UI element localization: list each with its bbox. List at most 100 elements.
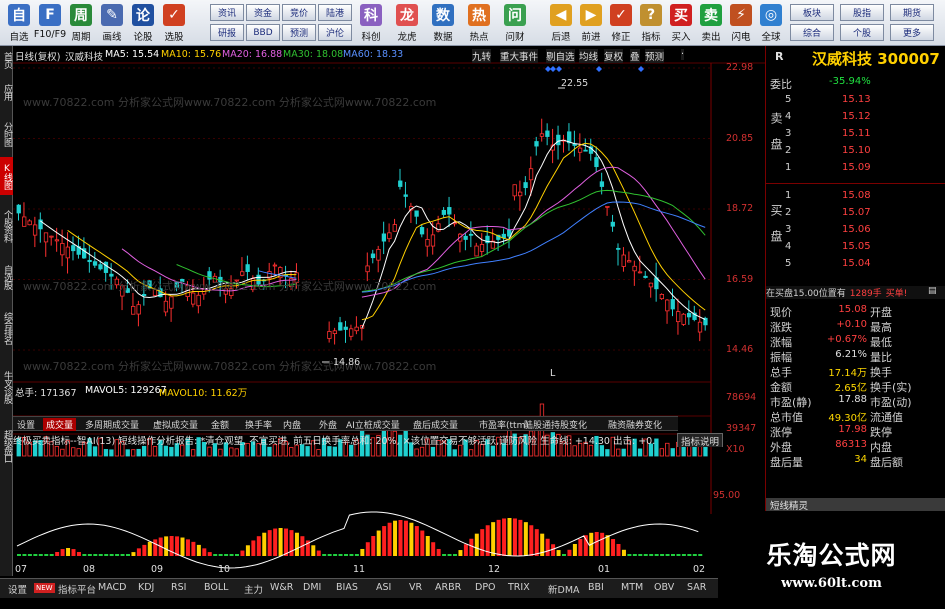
left-tab-0[interactable]: 首页 <box>0 50 13 70</box>
indicator-tab-10[interactable]: 市盈率(ttm) <box>479 418 529 431</box>
chart-canvas[interactable] <box>13 46 765 576</box>
toolbar-right-btn-4[interactable]: 买买入 <box>666 2 696 44</box>
footer-tab-shortline[interactable]: 短线精灵 <box>766 498 945 512</box>
bottom-tab-15[interactable]: TRIX <box>508 582 530 593</box>
indicator-tab-3[interactable]: 虚拟成交量 <box>153 418 198 431</box>
panel-menu-icon[interactable]: ▤ <box>928 286 937 296</box>
toolbar-mid-btn-0[interactable]: 资讯 <box>210 4 244 21</box>
toolbar-mid-big-5[interactable]: 龙龙虎 <box>390 2 424 44</box>
bottom-tab-9[interactable]: DMI <box>303 582 321 593</box>
chart-tool-5[interactable]: 叠 <box>630 49 640 63</box>
toolbar-far-btn-2[interactable]: 期货 <box>890 4 934 21</box>
order-action: 买单! <box>885 289 908 299</box>
toolbar-mid-btn-b3[interactable]: 沪伦 <box>318 24 352 41</box>
toolbar-mid-btn-2[interactable]: 竞价 <box>282 4 316 21</box>
toolbar-right-btn-6[interactable]: ⚡ 闪电 <box>726 2 756 44</box>
sell-level-price[interactable]: 15.13 <box>842 94 871 105</box>
bottom-tab-20[interactable]: SAR <box>687 582 706 593</box>
toolbar-btn-0[interactable]: 自自选 <box>4 2 34 44</box>
bottom-tab-14[interactable]: DPO <box>475 582 496 593</box>
indicator-tab-4[interactable]: 金额 <box>211 418 229 431</box>
bottom-tab-17[interactable]: BBI <box>588 582 604 593</box>
left-tab-1[interactable]: 应用 <box>0 73 13 111</box>
toolbar-mid-btn-b0[interactable]: 研报 <box>210 24 244 41</box>
bottom-tab-12[interactable]: VR <box>409 582 422 593</box>
toolbar-mid-btn-b1[interactable]: BBD <box>246 24 280 41</box>
toolbar-mid-big-6[interactable]: 数数据 <box>426 2 460 44</box>
bottom-tab-3[interactable]: MACD <box>98 582 126 593</box>
bottom-tab-8[interactable]: W&R <box>270 582 293 593</box>
buy-level-price[interactable]: 15.06 <box>842 224 871 235</box>
bottom-tab-2[interactable]: 指标平台 <box>58 582 96 596</box>
toolbar-far-btn-5[interactable]: 更多 <box>890 24 934 41</box>
sell-level-price[interactable]: 15.10 <box>842 145 871 156</box>
chart-tool-6[interactable]: 预测 <box>645 49 665 63</box>
toolbar-btn-4[interactable]: 论论股 <box>128 2 158 44</box>
toolbar-right-btn-7[interactable]: ◎ 全球 <box>756 2 786 44</box>
bottom-tab-4[interactable]: KDJ <box>138 582 154 593</box>
bottom-tab-0[interactable]: 设置 <box>8 582 27 596</box>
toolbar-mid-big-7[interactable]: 热热点 <box>462 2 496 44</box>
sell-level-price[interactable]: 15.12 <box>842 111 871 122</box>
toolbar-right-btn-5[interactable]: 卖卖出 <box>696 2 726 44</box>
indicator-tab-8[interactable]: AI立桩成交量 <box>346 418 400 431</box>
toolbar-btn-2[interactable]: 周周期 <box>66 2 96 44</box>
buy-level-price[interactable]: 15.04 <box>842 258 871 269</box>
bottom-tab-13[interactable]: ARBR <box>435 582 461 593</box>
sell-level-price[interactable]: 15.09 <box>842 162 871 173</box>
chart-tool-4[interactable]: 复权 <box>604 49 624 63</box>
bottom-tab-1[interactable]: NEW <box>34 583 55 593</box>
toolbar-mid-big-4[interactable]: 科科创 <box>354 2 388 44</box>
chart-tool-2[interactable]: 剔自选 <box>546 49 575 63</box>
buy-level-price[interactable]: 15.07 <box>842 207 871 218</box>
buy-level-price[interactable]: 15.05 <box>842 241 871 252</box>
indicator-tab-6[interactable]: 内盘 <box>283 418 301 431</box>
indicator-tab-0[interactable]: 设置 <box>17 418 35 431</box>
bottom-tab-18[interactable]: MTM <box>621 582 643 593</box>
toolbar-mid-btn-b2[interactable]: 预测 <box>282 24 316 41</box>
indicator-tab-11[interactable]: 陆股通持股变化 <box>524 418 587 431</box>
sell-level-price[interactable]: 15.11 <box>842 128 871 139</box>
chart-tool-3[interactable]: 均线 <box>579 49 599 63</box>
left-tab-2[interactable]: 分时图 <box>0 114 13 154</box>
left-tab-5[interactable]: 自选股 <box>0 257 13 297</box>
bottom-tab-5[interactable]: RSI <box>171 582 186 593</box>
bottom-tab-6[interactable]: BOLL <box>204 582 228 593</box>
chart-tool-1[interactable]: 重大事件 <box>500 49 539 63</box>
indicator-tab-2[interactable]: 多周期成交量 <box>85 418 139 431</box>
indicator-tab-1[interactable]: 成交量 <box>43 418 77 431</box>
toolbar-right-btn-1[interactable]: ▶ 前进 <box>576 2 606 44</box>
bottom-tab-11[interactable]: ASI <box>376 582 391 593</box>
toolbar-far-btn-1[interactable]: 股指 <box>840 4 884 21</box>
chart-tool-0[interactable]: 九转 <box>472 49 492 63</box>
indicator-tab-9[interactable]: 盘后成交量 <box>413 418 458 431</box>
toolbar-btn-3[interactable]: ✎ 画线 <box>97 2 127 44</box>
indicator-tab-7[interactable]: 外盘 <box>319 418 337 431</box>
chart-tool-7[interactable]: · <box>681 49 685 60</box>
bottom-tab-19[interactable]: OBV <box>654 582 674 593</box>
kline-chart-area[interactable]: 22.98 20.85 18.72 16.59 14.46 www.70822.com 分… <box>13 46 765 576</box>
toolbar-right-btn-2[interactable]: ✓ 修正 <box>606 2 636 44</box>
bottom-tab-16[interactable]: 新DMA <box>548 582 580 596</box>
toolbar-mid-btn-1[interactable]: 资金 <box>246 4 280 21</box>
toolbar-right-btn-3[interactable]: ? 指标 <box>636 2 666 44</box>
toolbar-btn-1[interactable]: F F10/F9 <box>34 2 66 44</box>
toolbar-mid-big-8[interactable]: 问问财 <box>498 2 532 44</box>
bottom-tab-7[interactable]: 主力 <box>244 582 263 596</box>
toolbar-btn-5[interactable]: ✓ 选股 <box>159 2 189 44</box>
toolbar-mid-btn-3[interactable]: 陆港 <box>318 4 352 21</box>
toolbar-right-btn-0[interactable]: ◀ 后退 <box>546 2 576 44</box>
left-tab-3[interactable]: K线图 <box>0 157 13 195</box>
left-tab-4[interactable]: 个股资料 <box>0 198 13 254</box>
indicator-tab-12[interactable]: 融资融券变化 <box>608 418 662 431</box>
buy-level-price[interactable]: 15.08 <box>842 190 871 201</box>
left-tab-7[interactable]: 牛叉诊股 <box>0 359 13 415</box>
left-tab-6[interactable]: 综合排名 <box>0 300 13 356</box>
toolbar-far-btn-4[interactable]: 个股 <box>840 24 884 41</box>
toolbar-far-btn-3[interactable]: 综合 <box>790 24 834 41</box>
indicator-explain-link[interactable]: 指标说明 <box>677 433 724 447</box>
bottom-tab-10[interactable]: BIAS <box>336 582 358 593</box>
toolbar-far-btn-0[interactable]: 板块 <box>790 4 834 21</box>
left-tab-8[interactable]: 超级盘口 <box>0 418 13 474</box>
indicator-tab-5[interactable]: 换手率 <box>245 418 272 431</box>
